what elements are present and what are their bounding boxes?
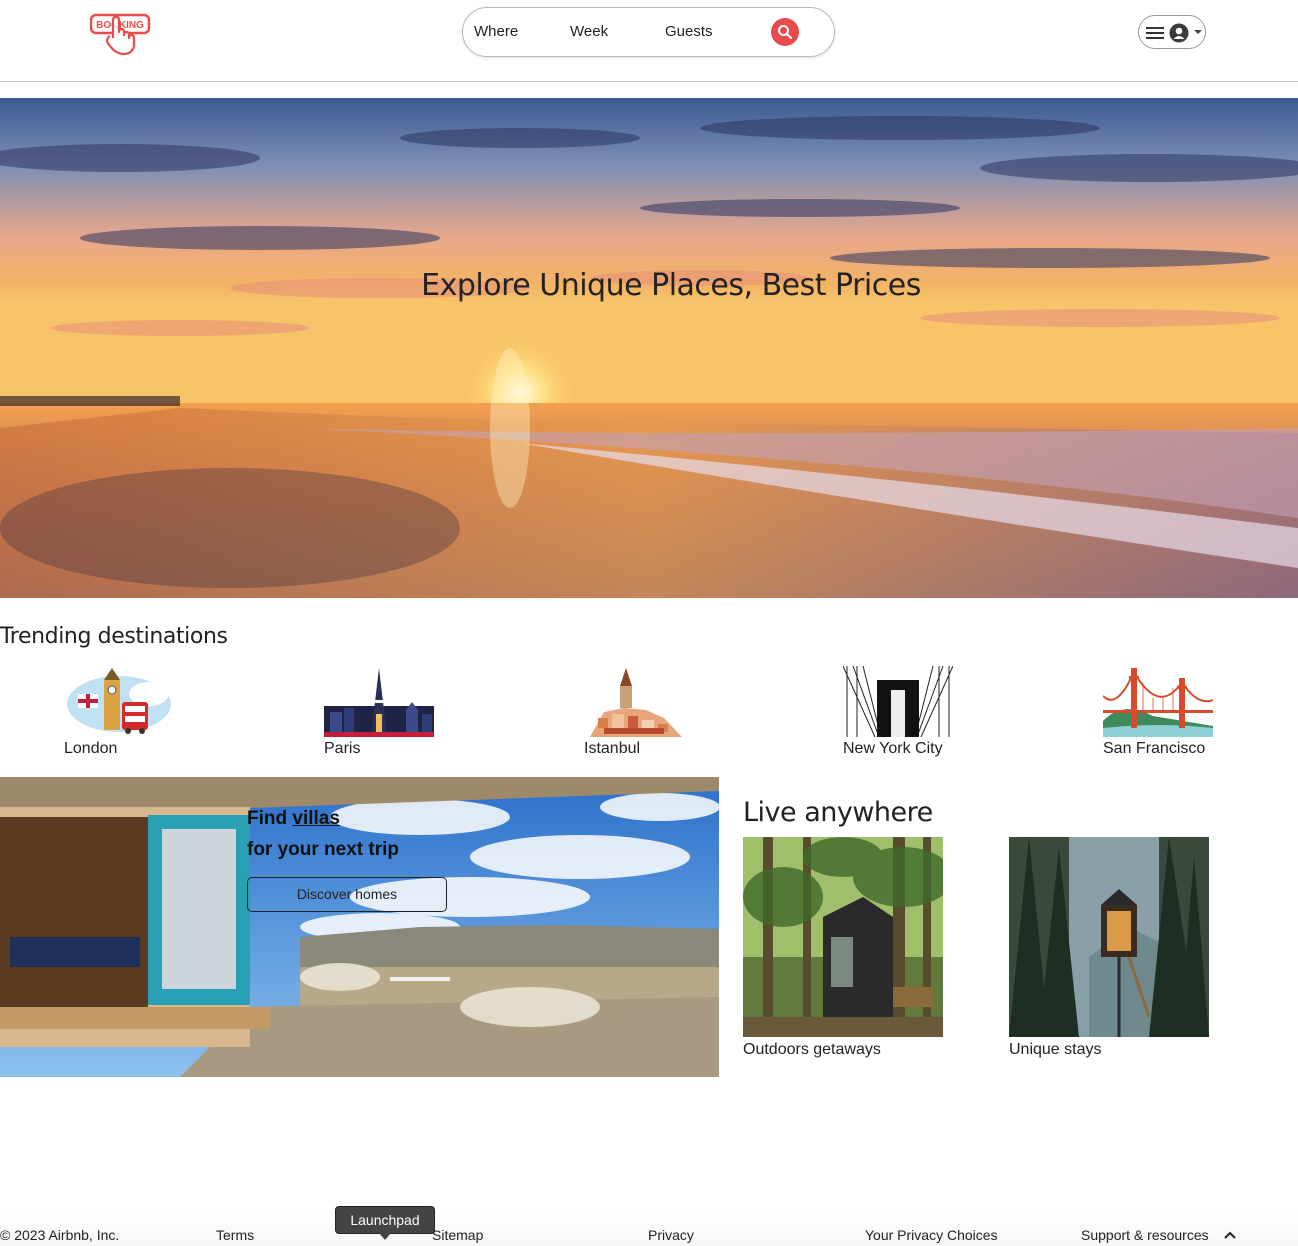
golden-gate-illustration-icon (1103, 666, 1213, 737)
live-card-label: Outdoors getaways (743, 1041, 881, 1058)
villas-subtitle: for your next trip (247, 839, 400, 860)
live-card-unique-stays[interactable]: Unique stays (1009, 837, 1209, 1059)
live-card-label: Unique stays (1009, 1041, 1102, 1058)
destination-label: Istanbul (584, 740, 641, 757)
user-avatar-icon (1169, 23, 1189, 43)
villas-promo-banner: Find villas for your next trip Discover … (0, 777, 719, 1077)
footer: © 2023 Airbnb, Inc. Terms Sitemap Privac… (0, 1212, 1298, 1246)
live-anywhere-title: Live anywhere (743, 797, 933, 828)
search-week[interactable]: Week (570, 23, 608, 40)
villas-link[interactable]: villas (292, 808, 340, 829)
destination-label: Paris (324, 740, 361, 757)
hamburger-icon (1146, 27, 1164, 39)
booking-logo[interactable]: BOOKING (89, 12, 152, 58)
search-where[interactable]: Where (474, 23, 518, 40)
footer-link-privacy[interactable]: Privacy (648, 1227, 694, 1243)
villa-patio-image (0, 777, 719, 1077)
footer-link-support[interactable]: Support & resources (1081, 1227, 1209, 1243)
hero-banner: Explore Unique Places, Best Prices (0, 98, 1298, 598)
footer-link-sitemap[interactable]: Sitemap (432, 1227, 483, 1243)
treehouse-image (1009, 837, 1209, 1037)
destination-new-york[interactable]: New York City (843, 666, 953, 757)
villas-heading-prefix: Find (247, 808, 288, 829)
destination-paris[interactable]: Paris (324, 666, 434, 757)
footer-link-privacy-choices[interactable]: Your Privacy Choices (865, 1227, 998, 1243)
live-card-outdoors[interactable]: Outdoors getaways (743, 837, 943, 1059)
trending-title: Trending destinations (0, 624, 228, 649)
destination-label: London (64, 740, 118, 757)
destination-istanbul[interactable]: Istanbul (584, 666, 694, 757)
user-menu-button[interactable] (1138, 15, 1206, 49)
hero-title: Explore Unique Places, Best Prices (421, 268, 921, 303)
top-header: BOOKING Where Week Guests (0, 0, 1298, 82)
villas-heading: Find villas (247, 808, 340, 830)
tooltip-arrow (379, 1233, 391, 1240)
search-icon (778, 25, 793, 40)
sunset-beach-image (0, 98, 1298, 598)
london-illustration-icon (64, 666, 174, 737)
istanbul-illustration-icon (584, 666, 694, 737)
chevron-up-icon[interactable] (1224, 1231, 1236, 1239)
copyright-text: © 2023 Airbnb, Inc. (0, 1227, 120, 1243)
launchpad-tooltip: Launchpad (335, 1206, 435, 1234)
search-button[interactable] (771, 18, 799, 46)
paris-illustration-icon (324, 666, 434, 737)
destination-label: New York City (843, 740, 943, 757)
search-guests[interactable]: Guests (665, 23, 713, 40)
search-bar[interactable]: Where Week Guests (462, 7, 835, 57)
chevron-down-icon (1194, 30, 1202, 34)
destination-london[interactable]: London (64, 666, 174, 757)
discover-homes-button[interactable]: Discover homes (247, 877, 447, 912)
forest-cabin-image (743, 837, 943, 1037)
brooklyn-bridge-photo-icon (843, 666, 953, 737)
destination-label: San Francisco (1103, 740, 1206, 757)
destination-san-francisco[interactable]: San Francisco (1103, 666, 1213, 757)
footer-link-terms[interactable]: Terms (216, 1227, 254, 1243)
